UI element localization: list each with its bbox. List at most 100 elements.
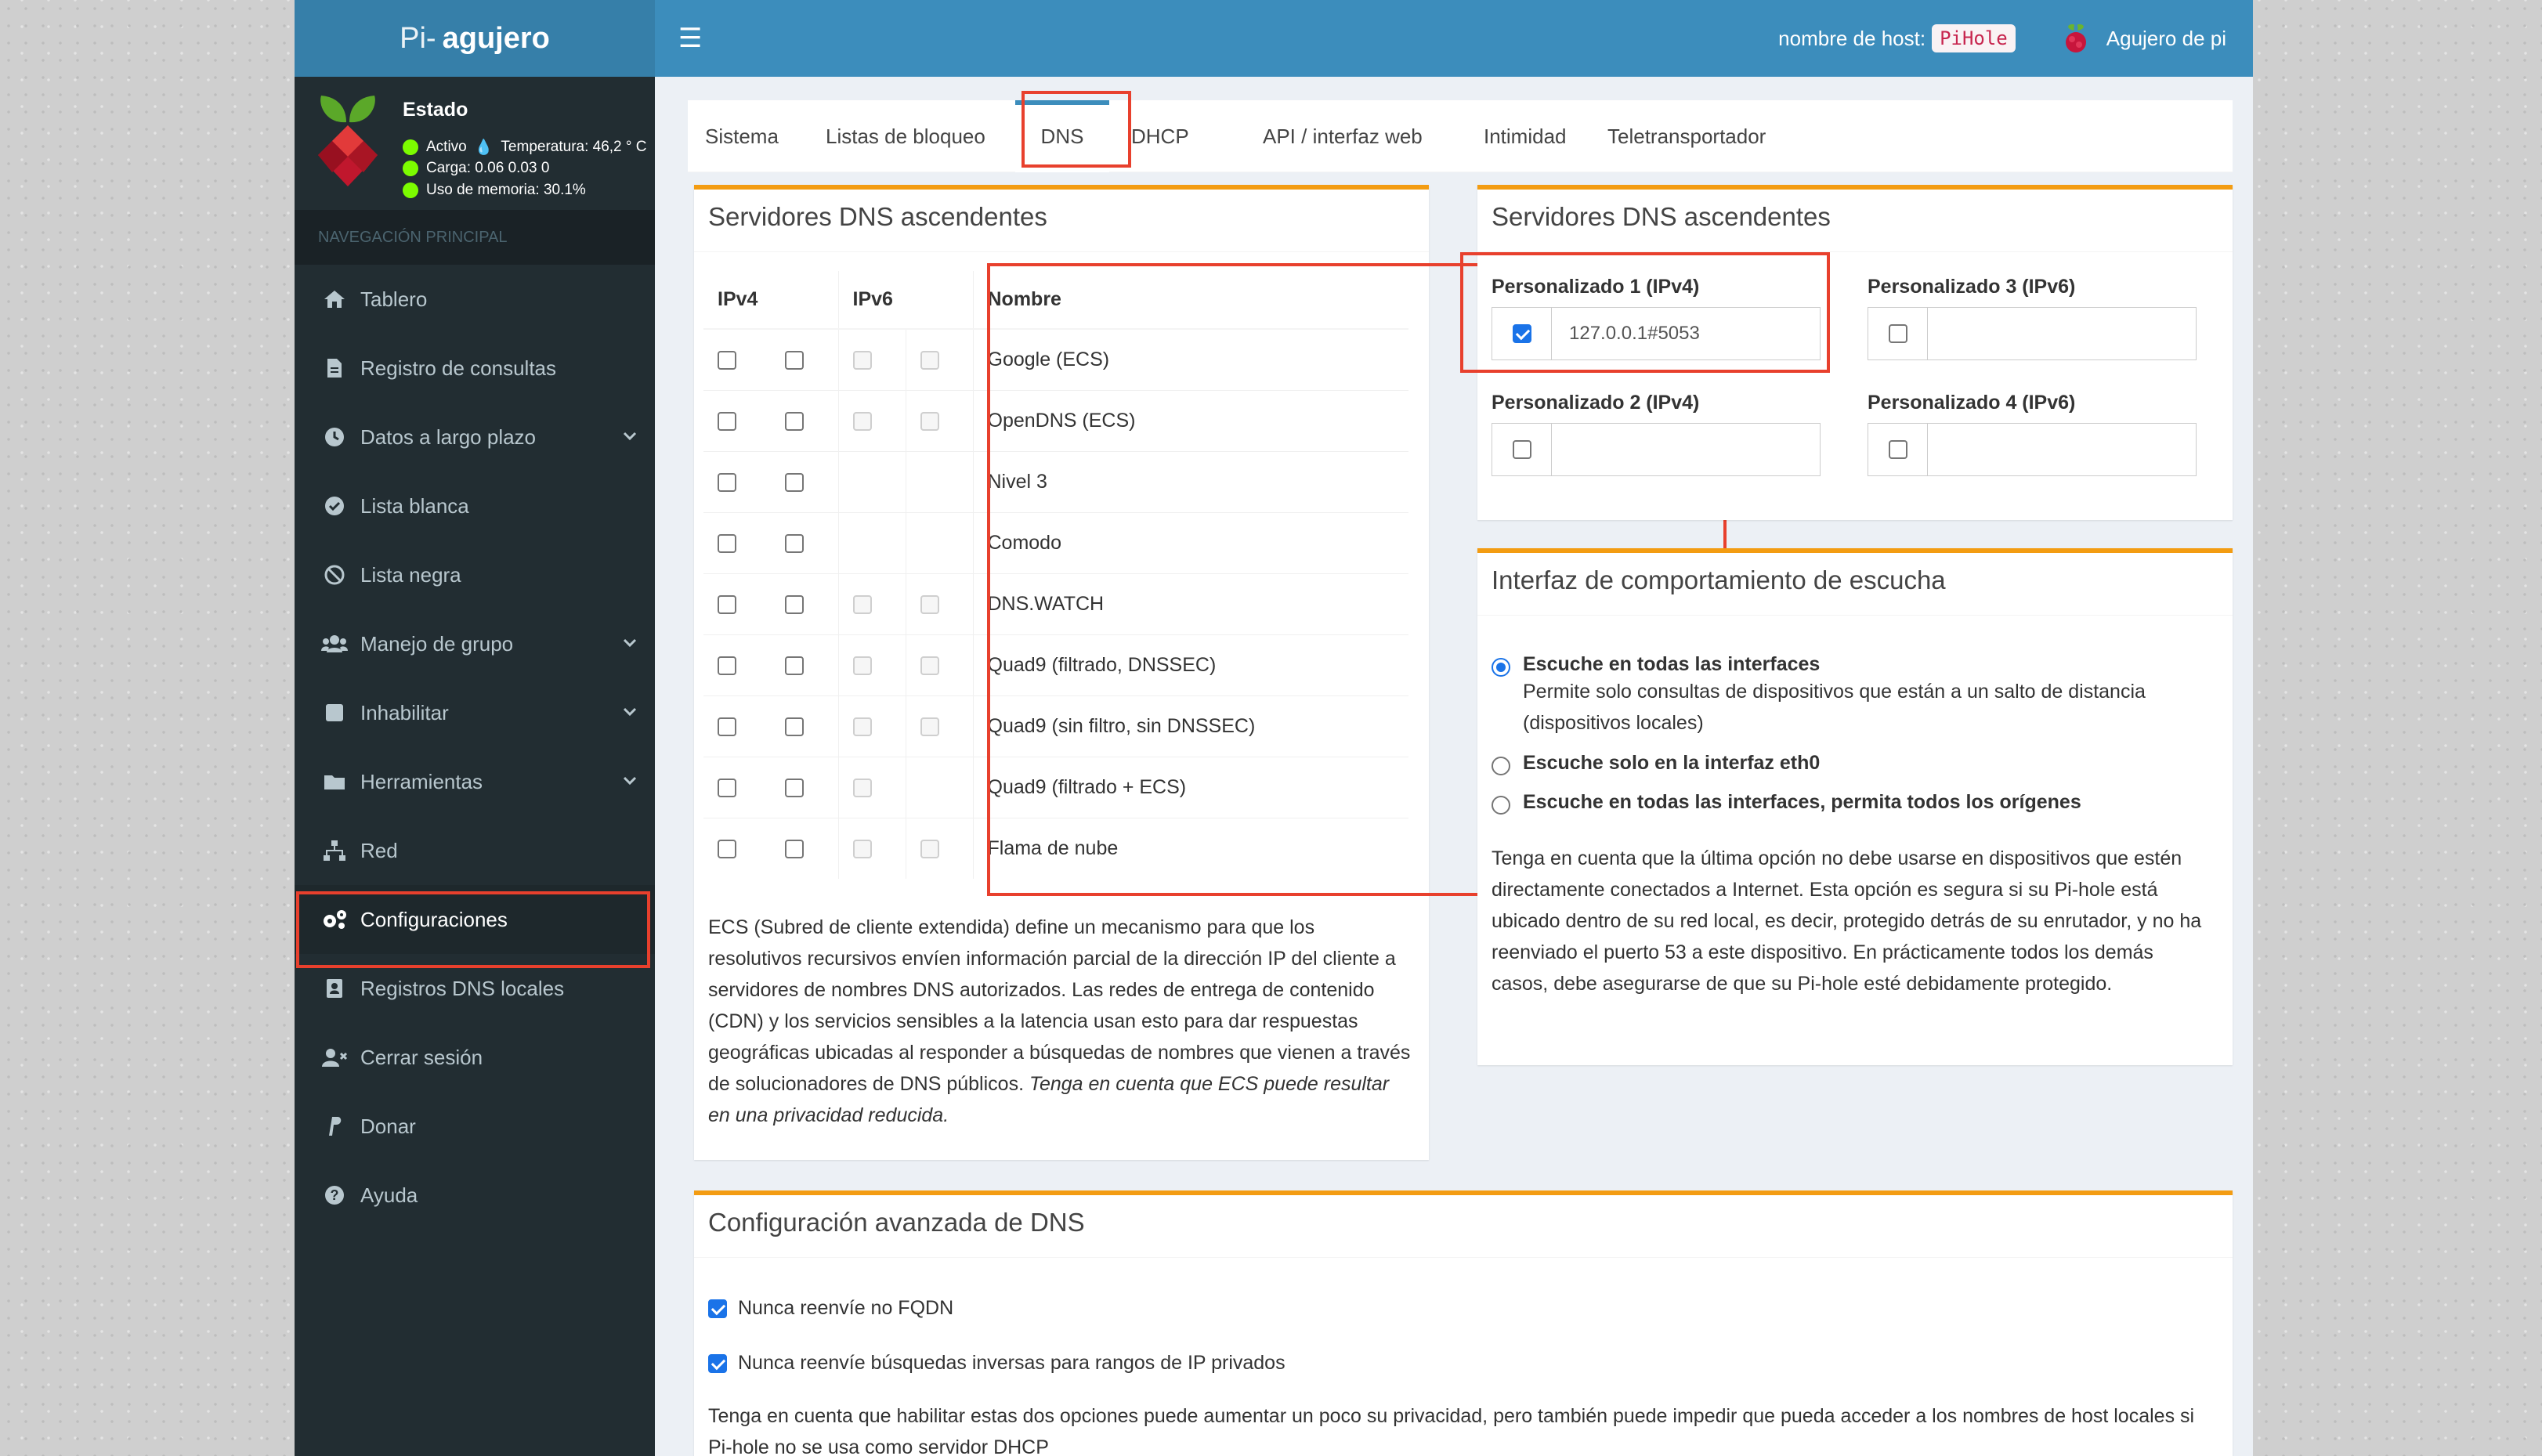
ipv4-primary-checkbox[interactable] bbox=[718, 472, 736, 492]
temperature-drop-icon: 💧 bbox=[474, 139, 494, 156]
tab-intimidad[interactable]: Intimidad bbox=[1484, 100, 1567, 172]
ipv6-secondary-checkbox bbox=[920, 717, 939, 736]
ipv4-secondary-checkbox[interactable] bbox=[785, 411, 804, 431]
listen-option-all[interactable]: Escuche en todas las interfaces Permite … bbox=[1492, 653, 2212, 739]
ipv4-primary-checkbox[interactable] bbox=[718, 351, 736, 370]
ipv6-secondary-checkbox bbox=[920, 840, 939, 859]
sidebar-item-datos-largo-plazo[interactable]: Datos a largo plazo bbox=[295, 403, 655, 471]
bogus-priv-option[interactable]: Nunca reenvíe búsquedas inversas para ra… bbox=[708, 1352, 1285, 1375]
server-name: Flama de nube bbox=[972, 817, 1408, 879]
tab-dhcp[interactable]: DHCP bbox=[1131, 100, 1189, 172]
listen-all-radio[interactable] bbox=[1492, 658, 1510, 677]
ecs-note: ECS (Subred de cliente extendida) define… bbox=[708, 912, 1413, 1131]
table-header-row: IPv4 IPv6 Nombre bbox=[703, 271, 1408, 330]
ipv6-primary-cell bbox=[837, 817, 906, 879]
sidebar-item-label: Manejo de grupo bbox=[360, 631, 514, 656]
listen-eth0-radio[interactable] bbox=[1492, 757, 1510, 775]
tab-api-interfaz-web[interactable]: API / interfaz web bbox=[1263, 100, 1423, 172]
question-icon: ? bbox=[321, 1183, 348, 1207]
ipv4-primary-cell bbox=[703, 573, 771, 634]
tab-sistema[interactable]: Sistema bbox=[705, 100, 779, 172]
listen-option-eth0[interactable]: Escuche solo en la interfaz eth0 bbox=[1492, 752, 1820, 775]
listen-eth0-label: Escuche solo en la interfaz eth0 bbox=[1523, 752, 1821, 774]
sidebar-item-label: Datos a largo plazo bbox=[360, 425, 537, 449]
fqdn-label: Nunca reenvíe no FQDN bbox=[738, 1297, 954, 1319]
hamburger-menu-icon[interactable]: ☰ bbox=[678, 23, 702, 54]
sidebar-item-tablero[interactable]: Tablero bbox=[295, 265, 655, 334]
ipv4-secondary-cell bbox=[771, 450, 838, 512]
server-name: Quad9 (sin filtro, sin DNSSEC) bbox=[972, 695, 1408, 757]
ipv4-primary-cell bbox=[703, 389, 771, 451]
ipv4-secondary-checkbox[interactable] bbox=[785, 351, 804, 370]
bogus-priv-checkbox[interactable] bbox=[708, 1353, 727, 1373]
tab-dns[interactable]: DNS bbox=[1015, 100, 1109, 172]
ipv4-primary-checkbox[interactable] bbox=[718, 594, 736, 614]
sidebar-item-lista-negra[interactable]: Lista negra bbox=[295, 540, 655, 609]
custom2-checkbox[interactable] bbox=[1512, 440, 1531, 459]
active-dot-icon bbox=[403, 139, 418, 155]
ipv4-secondary-checkbox[interactable] bbox=[785, 840, 804, 859]
ipv6-secondary-cell bbox=[905, 573, 973, 634]
table-row: Comodo bbox=[703, 511, 1408, 573]
ipv4-secondary-checkbox[interactable] bbox=[785, 717, 804, 736]
ipv6-secondary-cell bbox=[905, 634, 973, 695]
custom1-input-group: 127.0.0.1#5053 bbox=[1492, 307, 1821, 360]
ipv4-secondary-checkbox[interactable] bbox=[785, 594, 804, 614]
brand-logo[interactable]: Pi- agujero bbox=[295, 0, 655, 77]
users-icon bbox=[321, 632, 348, 656]
custom1-field[interactable]: 127.0.0.1#5053 bbox=[1552, 308, 1820, 359]
custom3-checkbox[interactable] bbox=[1888, 324, 1907, 343]
custom-dns-box: Servidores DNS ascendentes Personalizado… bbox=[1477, 185, 2233, 520]
upstream-dns-table: IPv4 IPv6 Nombre Google (ECS) OpenDNS (EC… bbox=[703, 271, 1408, 879]
sidebar-item-label: Donar bbox=[360, 1114, 416, 1138]
custom4-checkbox[interactable] bbox=[1888, 440, 1907, 459]
tab-teletransportador[interactable]: Teletransportador bbox=[1607, 100, 1766, 172]
sidebar-item-lista-blanca[interactable]: Lista blanca bbox=[295, 471, 655, 540]
custom3-input-group bbox=[1868, 307, 2197, 360]
paypal-icon bbox=[321, 1115, 348, 1138]
ipv4-primary-checkbox[interactable] bbox=[718, 533, 736, 553]
ipv4-secondary-checkbox[interactable] bbox=[785, 656, 804, 675]
custom4-addon bbox=[1868, 424, 1928, 475]
sidebar-item-ayuda[interactable]: ? Ayuda bbox=[295, 1161, 655, 1230]
upstream-dns-rows: Google (ECS) OpenDNS (ECS) Nivel 3 Comodo DN… bbox=[703, 328, 1408, 879]
listen-permit-all-label: Escuche en todas las interfaces, permita… bbox=[1523, 791, 2081, 813]
sidebar-item-herramientas[interactable]: Herramientas bbox=[295, 747, 655, 816]
sidebar-item-red[interactable]: Red bbox=[295, 816, 655, 885]
custom1-checkbox[interactable] bbox=[1512, 324, 1531, 343]
listening-title: Interfaz de comportamiento de escucha bbox=[1477, 553, 2233, 616]
folder-icon bbox=[321, 770, 348, 793]
sidebar-item-cerrar-sesion[interactable]: Cerrar sesión bbox=[295, 1023, 655, 1092]
user-menu[interactable]: Agujero de pi bbox=[2063, 23, 2226, 54]
sidebar-item-donar[interactable]: Donar bbox=[295, 1092, 655, 1161]
sidebar-item-configuraciones[interactable]: Configuraciones bbox=[295, 885, 655, 954]
custom3-field[interactable] bbox=[1928, 308, 2196, 359]
fqdn-checkbox[interactable] bbox=[708, 1299, 727, 1318]
ipv4-secondary-checkbox[interactable] bbox=[785, 472, 804, 492]
ipv6-primary-checkbox bbox=[852, 717, 872, 736]
sidebar-item-registros-dns-locales[interactable]: Registros DNS locales bbox=[295, 954, 655, 1023]
table-row: DNS.WATCH bbox=[703, 573, 1408, 634]
ipv4-primary-checkbox[interactable] bbox=[718, 411, 736, 431]
custom2-field[interactable] bbox=[1552, 424, 1820, 475]
ipv4-primary-checkbox[interactable] bbox=[718, 840, 736, 859]
server-name: Google (ECS) bbox=[972, 328, 1408, 390]
advanced-note: Tenga en cuenta que habilitar estas dos … bbox=[708, 1405, 2195, 1456]
sidebar-item-registro-consultas[interactable]: Registro de consultas bbox=[295, 334, 655, 403]
tab-listas-bloqueo[interactable]: Listas de bloqueo bbox=[826, 100, 985, 172]
listen-option-permit-all[interactable]: Escuche en todas las interfaces, permita… bbox=[1492, 791, 2081, 815]
ecs-note-text: ECS (Subred de cliente extendida) define… bbox=[708, 916, 1411, 1095]
ipv6-secondary-cell bbox=[905, 511, 973, 573]
ipv4-primary-checkbox[interactable] bbox=[718, 717, 736, 736]
ipv4-secondary-checkbox[interactable] bbox=[785, 533, 804, 553]
ipv4-primary-checkbox[interactable] bbox=[718, 778, 736, 797]
ipv4-primary-checkbox[interactable] bbox=[718, 656, 736, 675]
listen-permit-all-radio[interactable] bbox=[1492, 796, 1510, 815]
sidebar-item-manejo-grupo[interactable]: Manejo de grupo bbox=[295, 609, 655, 678]
fqdn-option[interactable]: Nunca reenvíe no FQDN bbox=[708, 1297, 953, 1320]
sidebar-item-label: Inhabilitar bbox=[360, 700, 449, 724]
sidebar-item-inhabilitar[interactable]: Inhabilitar bbox=[295, 678, 655, 747]
chevron-down-icon bbox=[622, 426, 638, 446]
custom4-field[interactable] bbox=[1928, 424, 2196, 475]
ipv4-secondary-checkbox[interactable] bbox=[785, 778, 804, 797]
